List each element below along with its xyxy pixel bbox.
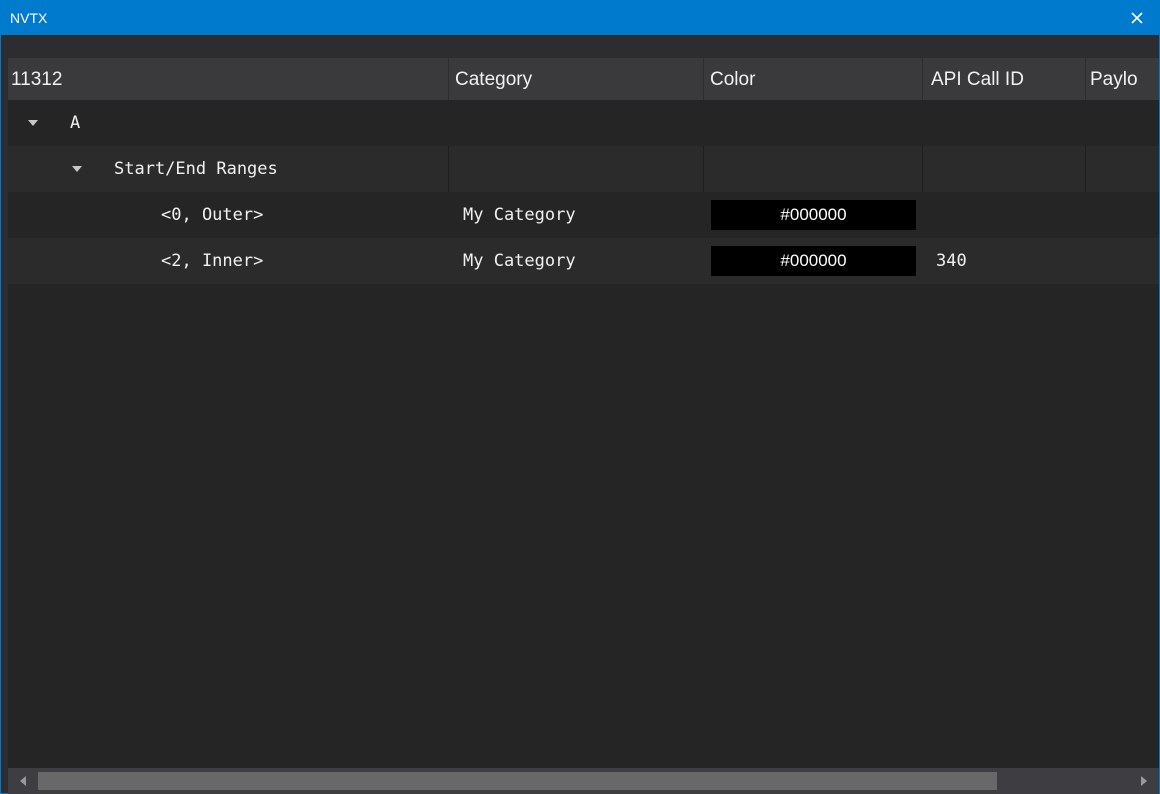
range-name: <0, Outer>: [161, 205, 264, 225]
range-api-call-id: 340: [936, 251, 967, 271]
column-header-payload[interactable]: Paylo: [1087, 58, 1159, 100]
scrollbar-thumb[interactable]: [38, 772, 997, 790]
arrow-right-icon: [1141, 776, 1147, 786]
close-button[interactable]: [1115, 1, 1159, 35]
table-row[interactable]: <2, Inner> My Category #000000 340: [8, 238, 1159, 284]
column-header-api-call-id[interactable]: API Call ID: [924, 58, 1086, 100]
title-bar: NVTX: [1, 1, 1159, 35]
range-color-cell: #000000: [708, 192, 920, 238]
tree-row-group[interactable]: Start/End Ranges: [8, 146, 1159, 192]
column-header-name[interactable]: 11312: [8, 58, 449, 100]
range-name: <2, Inner>: [161, 251, 264, 271]
color-swatch: #000000: [711, 200, 916, 230]
close-icon: [1131, 12, 1143, 24]
triangle-down-icon[interactable]: [28, 120, 38, 126]
range-category: My Category: [463, 205, 576, 225]
horizontal-scrollbar[interactable]: [8, 768, 1159, 794]
column-header-row: 11312 Category Color API Call ID Paylo: [8, 58, 1159, 100]
column-header-color[interactable]: Color: [705, 58, 923, 100]
scroll-right-button[interactable]: [1129, 768, 1159, 794]
scroll-left-button[interactable]: [8, 768, 38, 794]
color-swatch: #000000: [711, 246, 916, 276]
range-category: My Category: [463, 251, 576, 271]
tree-grid: A Start/End Ranges <0, Outer> My Categor…: [8, 100, 1159, 768]
column-header-category[interactable]: Category: [450, 58, 704, 100]
range-color-cell: #000000: [708, 238, 920, 284]
tree-row-domain[interactable]: A: [8, 100, 1159, 146]
left-margin: [1, 58, 8, 769]
domain-label: A: [70, 113, 81, 133]
arrow-left-icon: [20, 776, 26, 786]
table-row[interactable]: <0, Outer> My Category #000000: [8, 192, 1159, 238]
window-title: NVTX: [10, 10, 48, 26]
nvtx-window: NVTX 11312 Category Color API Call ID Pa…: [0, 0, 1160, 794]
